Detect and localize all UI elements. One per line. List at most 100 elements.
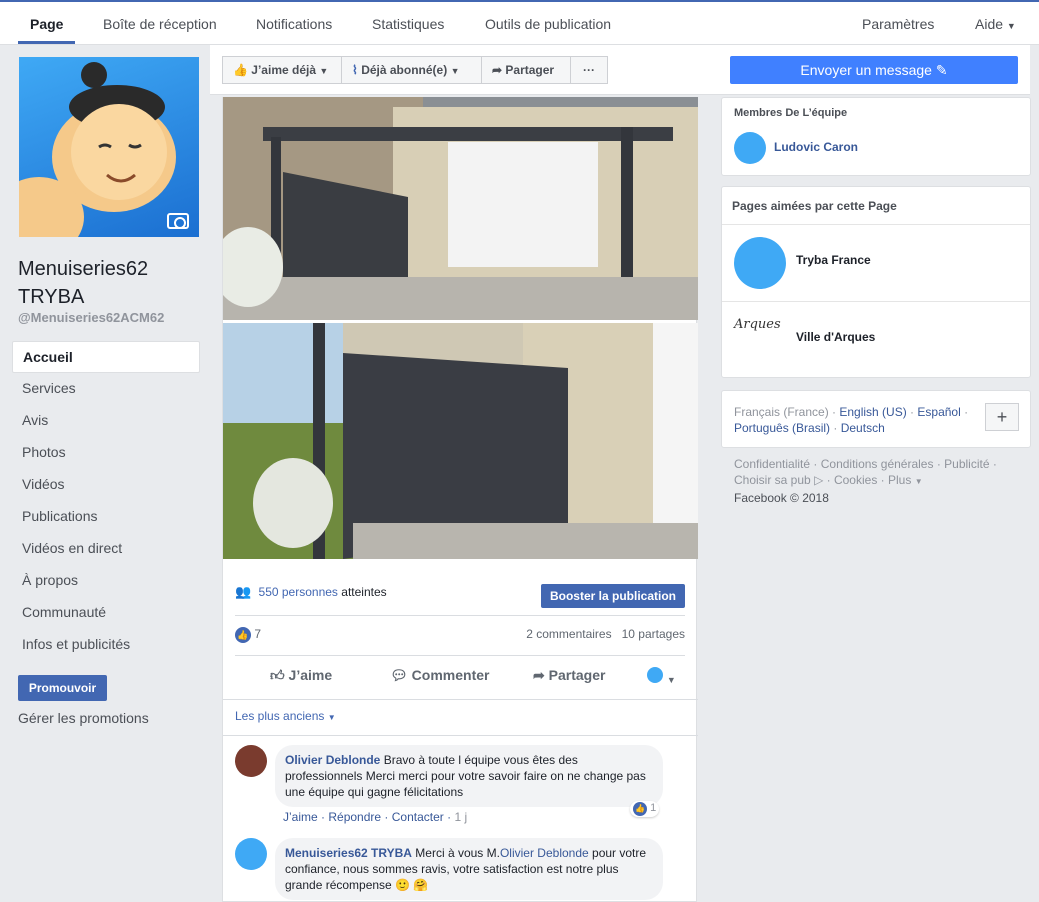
language-option[interactable]: Deutsch bbox=[841, 421, 885, 435]
more-options-button[interactable]: ··· bbox=[570, 56, 608, 84]
post-reach-row: 👥 550 personnes atteintes Booster la pub… bbox=[235, 584, 685, 608]
sidebar-item-about[interactable]: À propos bbox=[12, 565, 200, 597]
follow-button[interactable]: ⌇ Déjà abonné(e) ▼ bbox=[341, 56, 482, 84]
comment-item: Olivier Deblonde Bravo à toute l équipe … bbox=[235, 745, 685, 825]
comment-like-link[interactable]: J’aime bbox=[283, 810, 318, 824]
post-photo-1[interactable] bbox=[223, 97, 698, 320]
liked-page-name[interactable]: Ville d'Arques bbox=[796, 330, 875, 344]
commenter-avatar[interactable] bbox=[235, 838, 267, 870]
page-title: Menuiseries62 TRYBA bbox=[18, 258, 149, 308]
liked-page-avatar[interactable] bbox=[734, 237, 786, 289]
tab-publishing-tools[interactable]: Outils de publication bbox=[485, 16, 611, 32]
add-language-button[interactable]: + bbox=[985, 403, 1019, 431]
sumo-mascot-icon bbox=[19, 62, 176, 237]
comment-author[interactable]: Menuiseries62 TRYBA bbox=[285, 846, 412, 860]
footer-link[interactable]: Conditions générales bbox=[821, 457, 934, 471]
post-as-selector[interactable]: ▼ bbox=[647, 667, 676, 686]
footer-links: Confidentialité · Conditions générales ·… bbox=[734, 456, 1024, 506]
comment-author[interactable]: Olivier Deblonde bbox=[285, 753, 380, 767]
comments-count[interactable]: 2 commentaires bbox=[526, 627, 611, 641]
follow-label: Déjà abonné(e) bbox=[361, 63, 448, 77]
comment-reply-link[interactable]: Répondre bbox=[328, 810, 381, 824]
comment-mention[interactable]: Olivier Deblonde bbox=[500, 846, 589, 860]
caret-down-icon: ▼ bbox=[666, 675, 676, 685]
tab-statistics[interactable]: Statistiques bbox=[372, 16, 444, 32]
sidebar-item-services[interactable]: Services bbox=[12, 373, 200, 405]
divider bbox=[223, 699, 698, 700]
liked-pages-card: Pages aimées par cette Page Tryba France… bbox=[721, 186, 1031, 378]
caret-down-icon: ▼ bbox=[1006, 21, 1016, 31]
comment-item: Menuiseries62 TRYBA Merci à vous M.Olivi… bbox=[235, 838, 685, 900]
profile-picture[interactable] bbox=[19, 57, 199, 237]
current-language: Français (France) bbox=[734, 405, 829, 419]
privacy-screen-photo-image bbox=[223, 323, 698, 559]
camera-icon[interactable] bbox=[167, 213, 189, 229]
post-reactions-row: 👍 7 2 commentaires 10 partages bbox=[235, 627, 685, 645]
thumbs-up-icon: 👍 bbox=[233, 63, 248, 77]
like-page-button[interactable]: 👍 J’aime déjà ▼ bbox=[222, 56, 342, 84]
liked-page-name[interactable]: Tryba France bbox=[796, 253, 871, 267]
team-title: Membres De L’équipe bbox=[734, 107, 848, 119]
comment-sort-dropdown[interactable]: Les plus anciens ▼ bbox=[235, 709, 336, 723]
like-reaction-icon[interactable]: 👍 bbox=[235, 627, 251, 643]
comment-contact-link[interactable]: Contacter bbox=[392, 810, 444, 824]
comment-bubble: Olivier Deblonde Bravo à toute l équipe … bbox=[275, 745, 663, 807]
sidebar-item-reviews[interactable]: Avis bbox=[12, 405, 200, 437]
sidebar-item-videos[interactable]: Vidéos bbox=[12, 469, 200, 501]
like-page-label: J’aime déjà bbox=[251, 63, 317, 77]
sidebar-item-posts[interactable]: Publications bbox=[12, 501, 200, 533]
share-arrow-icon: ➦ bbox=[533, 667, 545, 683]
tab-inbox[interactable]: Boîte de réception bbox=[103, 16, 217, 32]
tab-page[interactable]: Page bbox=[30, 16, 63, 32]
footer-link[interactable]: Publicité bbox=[944, 457, 989, 471]
language-option[interactable]: English (US) bbox=[839, 405, 906, 419]
promote-button[interactable]: Promouvoir bbox=[18, 675, 107, 701]
comment-time[interactable]: 1 j bbox=[454, 810, 467, 824]
team-member-name[interactable]: Ludovic Caron bbox=[774, 140, 858, 154]
share-post-button[interactable]: ➦ Partager bbox=[533, 667, 605, 684]
comment-button[interactable]: 💬︎ Commenter bbox=[390, 667, 489, 684]
page-handle[interactable]: @Menuiseries62ACM62 bbox=[18, 310, 164, 325]
language-option[interactable]: Español bbox=[917, 405, 960, 419]
footer-link[interactable]: Cookies bbox=[834, 473, 877, 487]
footer-link[interactable]: Plus bbox=[888, 473, 911, 487]
post-actions-row: 👍︎ J’aime 💬︎ Commenter ➦ Partager ▼ bbox=[235, 662, 685, 692]
carport-photo-image bbox=[223, 97, 698, 320]
shares-count[interactable]: 10 partages bbox=[622, 627, 685, 641]
page-sidebar-nav: Accueil Services Avis Photos Vidéos Publ… bbox=[12, 341, 200, 661]
sidebar-item-home[interactable]: Accueil bbox=[12, 341, 200, 373]
like-post-label: J’aime bbox=[288, 667, 333, 683]
team-members-card: Membres De L’équipe Ludovic Caron bbox=[721, 97, 1031, 176]
like-post-button[interactable]: 👍︎ J’aime bbox=[270, 667, 332, 684]
reach-suffix: atteintes bbox=[341, 585, 387, 599]
rss-icon: ⌇ bbox=[352, 63, 358, 77]
copyright: Facebook © 2018 bbox=[734, 491, 829, 505]
team-member-avatar[interactable] bbox=[734, 132, 766, 164]
comment-reaction-count: 1 bbox=[650, 802, 657, 814]
comment-reaction-badge[interactable]: 👍 1 bbox=[630, 801, 660, 817]
reach-count[interactable]: 550 personnes bbox=[259, 585, 338, 599]
post-card: 👥 550 personnes atteintes Booster la pub… bbox=[222, 97, 698, 902]
post-counts: 2 commentaires 10 partages bbox=[526, 627, 685, 641]
manage-promotions-link[interactable]: Gérer les promotions bbox=[18, 710, 149, 726]
sidebar-item-info-ads[interactable]: Infos et publicités bbox=[12, 629, 200, 661]
likes-count[interactable]: 7 bbox=[254, 627, 261, 641]
tab-settings[interactable]: Paramètres bbox=[862, 16, 934, 32]
language-list: Français (France) · English (US) · Españ… bbox=[734, 405, 969, 435]
boost-post-button[interactable]: Booster la publication bbox=[541, 584, 685, 608]
post-photo-2[interactable] bbox=[223, 323, 698, 559]
footer-link[interactable]: Choisir sa pub bbox=[734, 473, 811, 487]
share-page-button[interactable]: ➦ Partager bbox=[481, 56, 571, 84]
sidebar-item-live-videos[interactable]: Vidéos en direct bbox=[12, 533, 200, 565]
divider bbox=[235, 655, 685, 656]
sidebar-item-photos[interactable]: Photos bbox=[12, 437, 200, 469]
footer-link[interactable]: Confidentialité bbox=[734, 457, 810, 471]
language-option[interactable]: Português (Brasil) bbox=[734, 421, 830, 435]
arques-logo[interactable]: Arques bbox=[734, 317, 786, 357]
commenter-avatar[interactable] bbox=[235, 745, 267, 777]
sidebar-item-community[interactable]: Communauté bbox=[12, 597, 200, 629]
divider bbox=[722, 301, 1030, 302]
tab-help[interactable]: Aide ▼ bbox=[975, 16, 1016, 32]
tab-notifications[interactable]: Notifications bbox=[256, 16, 332, 32]
send-message-button[interactable]: Envoyer un message ✎ bbox=[730, 56, 1018, 84]
